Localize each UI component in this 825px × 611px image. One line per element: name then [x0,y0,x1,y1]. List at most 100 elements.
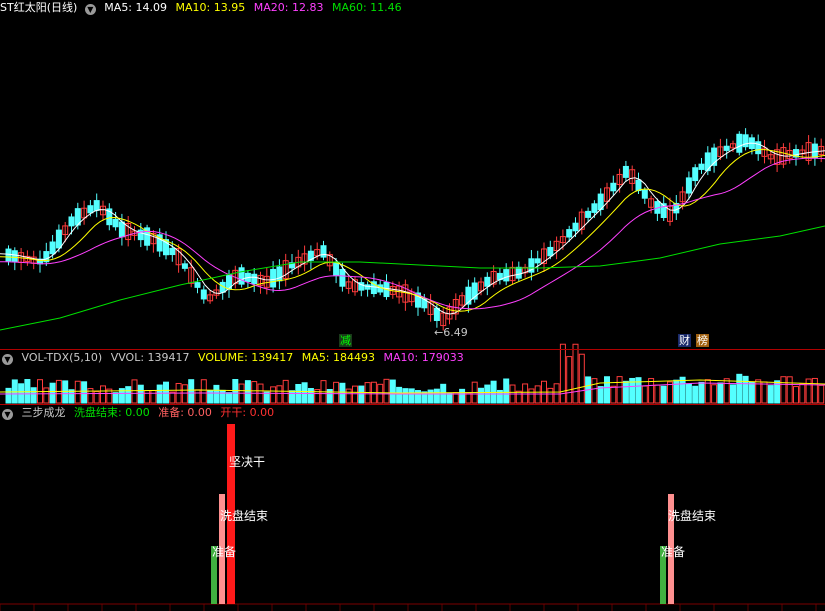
ready-label-2: 准备 [661,545,686,559]
vol-ma5-value: MA5: 184493 [301,351,376,364]
volume-bar [81,381,88,404]
volume-bar [478,387,484,404]
candle [692,167,699,182]
candle [339,269,346,287]
volume-bar [352,385,358,404]
candle [238,267,245,285]
candle [5,248,12,262]
volume-bar [49,382,56,404]
candle [112,218,119,228]
volume-bar [660,385,667,404]
volume-bar [251,381,258,404]
candle [534,258,541,264]
volume-bar [654,384,661,404]
ma60-line [0,225,825,331]
volume-bar [301,382,308,404]
volume-bar [226,392,232,404]
volume-bar [717,382,724,404]
candle [515,266,522,279]
volume-bar [345,388,352,404]
signal-indicator-name[interactable]: 三步成龙 [22,406,66,419]
volume-bar [641,385,648,404]
candle [55,229,62,249]
candle [723,145,730,151]
volume-bar [276,385,283,404]
vol-indicator-name[interactable]: VOL-TDX(5,10) [22,351,103,364]
candle [566,229,573,238]
candle [547,246,554,257]
volume-bar [137,384,144,404]
candle [622,165,629,178]
volume-bar [597,386,604,404]
volume-bar [270,386,277,404]
go-label: 坚决干 [229,455,266,469]
volume-bar [692,385,699,404]
wash-end-value: 洗盘结束: 0.00 [74,406,150,419]
candle [251,273,258,285]
candle [333,261,340,277]
volume-bar [163,381,169,404]
volume-bar [427,389,434,404]
signal-panel-header: ▼ 三步成龙 洗盘结束: 0.00 准备: 0.00 开干: 0.00 [0,405,279,421]
volume-bar [213,384,220,404]
volume-bar [194,389,201,404]
wash-label-2: 洗盘结束 [668,509,717,523]
chevron-down-icon[interactable]: ▼ [2,409,13,420]
volume-bar [698,381,705,404]
low-price-label: ←6.49 [434,326,468,339]
volume-bar [219,389,226,404]
volume-bar [408,388,415,404]
volume-bar [289,390,295,404]
candle [811,143,818,159]
volume-bar [150,390,157,404]
candle [503,269,510,282]
volume-bar [553,383,560,404]
volume-bar [780,376,787,404]
volume-bar [333,381,340,404]
volume-bar [389,379,396,404]
volume-bar [578,353,585,404]
candle [181,263,188,269]
volume-bar [818,384,825,404]
volume-bar [43,387,50,404]
volume-bar [736,373,743,404]
volume-bar [748,381,755,404]
finance-tag[interactable]: 财 [678,334,691,347]
volume-bar [622,380,629,404]
candle [433,307,440,321]
volume-bar [679,376,686,404]
volume-bar [100,385,106,404]
volume-bar [786,376,793,404]
volume-bar [402,388,409,404]
volume-bar [723,378,730,404]
ready-label: 准备 [212,545,237,559]
volume-bar [730,384,736,404]
candle [591,203,598,213]
candle [698,163,705,170]
reduce-tag[interactable]: 减 [339,334,352,347]
candle [270,268,277,288]
candle [585,210,592,218]
vol-ma10-value: MA10: 179033 [383,351,464,364]
volume-bar [188,379,195,404]
volume-bar [610,385,617,404]
volume-bar [742,375,749,404]
volume-bar [396,386,403,404]
vvol-value: VVOL: 139417 [110,351,190,364]
candle [49,241,56,255]
volume-value: VOLUME: 139417 [198,351,294,364]
volume-bar [383,378,390,404]
volume-panel-header: ▼ VOL-TDX(5,10) VVOL: 139417 VOLUME: 139… [0,350,469,366]
rank-tag[interactable]: 榜 [696,334,709,347]
volume-bar [433,388,440,404]
volume-bar [793,386,799,404]
volume-bar [5,387,12,404]
volume-bar [62,380,69,404]
volume-bar [711,384,718,404]
chevron-down-icon[interactable]: ▼ [2,354,13,365]
volume-bar [30,387,37,404]
volume-bar [358,385,365,404]
candle [736,133,743,153]
volume-bar [805,378,812,404]
candle [364,284,371,290]
